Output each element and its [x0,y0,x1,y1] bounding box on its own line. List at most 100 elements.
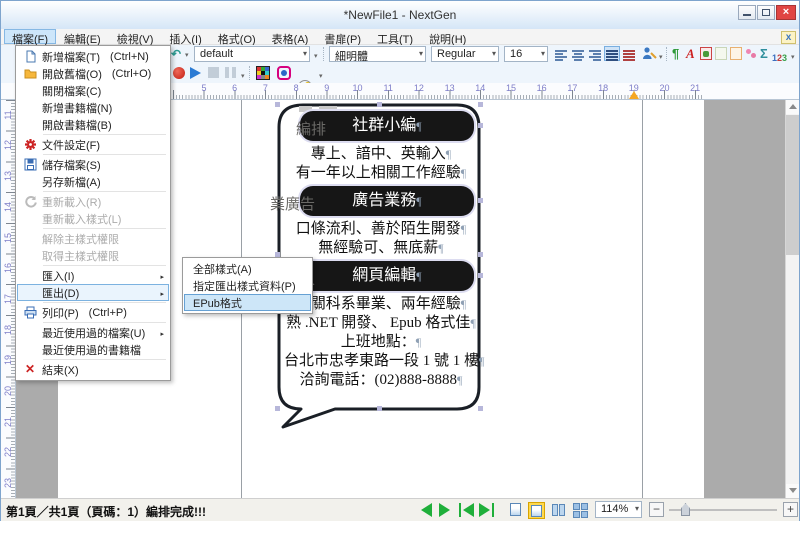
zoom-out-button[interactable]: − [649,502,664,517]
file-menu-item-5[interactable]: 開啟書籍檔(B) [17,116,169,133]
minimize-button[interactable] [738,5,756,20]
menubar-item-5[interactable]: 格式(O) [210,29,264,44]
frame-style-icon[interactable] [730,47,742,60]
toolbar-overflow-icon[interactable]: ▾ [319,72,323,80]
selection-handle[interactable] [377,102,382,107]
document-line[interactable]: 專上、諳中、英輸入¶ [284,145,478,164]
page-style-icon[interactable] [700,47,712,60]
selection-handle[interactable] [377,406,382,411]
distribute-icon[interactable] [621,46,637,61]
sum-icon[interactable]: Σ [760,46,768,61]
scroll-down-button[interactable] [786,484,799,498]
previous-page-icon[interactable] [421,503,432,517]
file-menu-item-24[interactable]: 最近使用過的書籍檔 [17,341,169,358]
title-box[interactable]: 編排社群小編¶ [300,111,474,141]
font-weight-select[interactable]: Regular ▾ [431,46,499,62]
file-menu-item-1[interactable]: 新增檔案(T)(Ctrl+N) [17,48,169,65]
scrollbar-thumb[interactable] [786,115,799,255]
align-center-icon[interactable] [570,46,586,61]
menubar-item-6[interactable]: 表格(A) [264,29,317,44]
document-line[interactable]: 台北市忠孝東路一段 1 號 1 樓¶ [284,352,478,371]
menubar-item-9[interactable]: 說明(H) [421,29,474,44]
zoom-slider-thumb[interactable] [681,503,690,516]
title-box[interactable]: 業廣告廣告業務¶ [300,186,474,216]
flow-arrow-icon[interactable]: ↶ [171,47,181,61]
menubar-item-1[interactable]: 檔案(F) [4,29,56,44]
file-menu-item-4[interactable]: 新增書籍檔(N) [17,99,169,116]
file-menu-item-3[interactable]: 關閉檔案(C) [17,82,169,99]
file-menu-item-10[interactable]: 另存新檔(A) [17,173,169,190]
toolbar-overflow-icon[interactable]: ▾ [314,52,318,60]
page-template-icon[interactable] [715,47,727,60]
menubar-item-8[interactable]: 工具(T) [369,29,421,44]
file-menu-item-19[interactable]: 匯出(D)▸ [17,284,169,301]
media-dropdown-caret-icon[interactable]: ▾ [241,72,245,80]
selection-handle[interactable] [478,123,483,128]
person-dropdown-caret-icon[interactable]: ▾ [659,53,663,61]
font-color-icon[interactable]: A [686,46,695,62]
document-line[interactable]: 有一年以上相關工作經驗¶ [284,164,478,183]
single-page-view-icon[interactable] [507,502,524,519]
file-menu-item-21[interactable]: 列印(P)(Ctrl+P) [17,304,169,321]
file-menu-item-9[interactable]: 儲存檔案(S) [17,156,169,173]
formatting-marks-icon[interactable]: ¶ [672,46,679,61]
ruler-marker-icon[interactable] [629,91,639,99]
two-page-view-icon[interactable] [550,502,567,519]
file-menu-item-2[interactable]: 開啟舊檔(O)(Ctrl+O) [17,65,169,82]
maximize-button[interactable] [757,5,775,20]
document-line[interactable]: 上班地點：¶ [284,333,478,352]
document-line[interactable]: 熟 .NET 開發、 Epub 格式佳¶ [284,314,478,333]
last-page-bar-icon[interactable] [492,503,494,517]
zoom-select[interactable]: 114% ▾ [595,501,642,518]
menubar-item-7[interactable]: 書扉(P) [316,29,369,44]
title-bar[interactable]: *NewFile1 - NextGen × [1,1,799,30]
selection-handle[interactable] [478,198,483,203]
font-size-select[interactable]: 16 ▾ [504,46,548,62]
document-line[interactable]: 口條流利、善於陌生開發¶ [284,220,478,239]
export-menu-item-1[interactable]: 全部樣式(A) [184,260,311,277]
file-menu-item-26[interactable]: ✕結束(X) [17,361,169,378]
export-menu-item-3[interactable]: EPub格式 [184,294,311,311]
document-line[interactable]: 洽詢電話：(02)888-8888¶ [284,371,478,390]
menubar-item-4[interactable]: 插入(I) [161,29,209,44]
file-menu-item-7[interactable]: 文件設定(F) [17,136,169,153]
file-menu-item-23[interactable]: 最近使用過的檔案(U)▸ [17,324,169,341]
selection-handle[interactable] [275,102,280,107]
selection-handle[interactable] [478,406,483,411]
multi-page-view-icon[interactable] [572,502,589,519]
menubar-item-2[interactable]: 編輯(E) [56,29,109,44]
document-line[interactable]: 相關科系畢業、兩年經驗¶ [284,295,478,314]
font-select[interactable]: 細明體 ▾ [329,46,426,62]
align-right-icon[interactable] [587,46,603,61]
fit-page-view-icon[interactable] [528,502,545,519]
zoom-in-button[interactable]: + [783,502,798,517]
pause-icon[interactable] [225,67,236,78]
justify-icon[interactable] [604,46,620,61]
media-app-icon[interactable] [277,66,291,80]
style-select[interactable]: default ▾ [194,46,310,62]
close-button[interactable]: × [776,5,796,20]
title-box[interactable]: 開發人網頁編輯¶ [300,261,474,291]
play-icon[interactable] [190,67,201,79]
first-page-icon[interactable] [463,503,474,517]
vertical-ruler[interactable]: 11121314151617181920212223 [1,100,16,498]
selection-handle[interactable] [275,406,280,411]
flow-dropdown-caret-icon[interactable]: ▾ [185,51,189,59]
toolbar-overflow-icon[interactable]: ▾ [791,53,795,61]
record-icon[interactable] [173,67,185,79]
first-page-bar-icon[interactable] [459,503,461,517]
align-left-icon[interactable] [553,46,569,61]
document-line[interactable]: 無經驗可、無底薪¶ [284,239,478,258]
next-page-icon[interactable] [439,503,450,517]
color-dots-icon[interactable] [745,47,758,60]
last-page-icon[interactable] [479,503,490,517]
selection-handle[interactable] [478,273,483,278]
menubar-close-button[interactable]: x [781,31,796,44]
document-text[interactable]: 編排社群小編¶ 專上、諳中、英輸入¶有一年以上相關工作經驗¶ 業廣告廣告業務¶ 口條流… [284,108,478,390]
export-menu-item-2[interactable]: 指定匯出樣式資料(P) [184,277,311,294]
selection-handle[interactable] [478,102,483,107]
selection-handle[interactable] [478,252,483,257]
menubar-item-3[interactable]: 檢視(V) [109,29,162,44]
file-menu-item-18[interactable]: 匯入(I)▸ [17,267,169,284]
scroll-up-button[interactable] [786,100,799,114]
